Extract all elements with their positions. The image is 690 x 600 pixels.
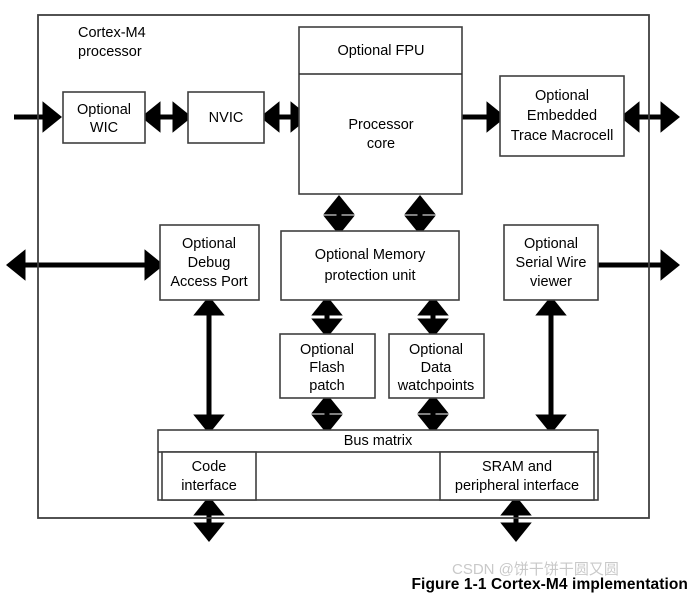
dap-label-line1: Optional xyxy=(182,236,236,252)
dap-label-line3: Access Port xyxy=(170,274,247,290)
mpu-label-line1: Optional Memory xyxy=(315,247,426,263)
flashpatch-label-line1: Optional xyxy=(300,342,354,358)
datawatchpoints-label-line3: watchpoints xyxy=(397,378,475,394)
swv-label-line2: Serial Wire xyxy=(516,255,587,271)
busmatrix-label: Bus matrix xyxy=(344,433,413,449)
figure-caption: Figure 1-1 Cortex-M4 implementation xyxy=(411,576,688,593)
core-label-line1: Processor xyxy=(348,117,413,133)
block-optional-mpu[interactable] xyxy=(280,230,460,301)
sraminterface-label-line2: peripheral interface xyxy=(455,478,579,494)
etm-label-line3: Trace Macrocell xyxy=(511,128,614,144)
datawatchpoints-label-line2: Data xyxy=(421,360,453,376)
cortex-m4-block-diagram: Cortex-M4 processor Optional WIC NVIC Op… xyxy=(5,14,681,543)
swv-label-line1: Optional xyxy=(524,236,578,252)
frame-label-line1: Cortex-M4 xyxy=(78,25,146,41)
nvic-label: NVIC xyxy=(209,110,244,126)
flashpatch-label-line3: patch xyxy=(309,378,344,394)
sraminterface-label-line1: SRAM and xyxy=(482,459,552,475)
figure-container: Cortex-M4 processor Optional WIC NVIC Op… xyxy=(0,0,690,600)
fpu-label: Optional FPU xyxy=(337,43,424,59)
etm-label-line1: Optional xyxy=(535,88,589,104)
etm-label-line2: Embedded xyxy=(527,108,597,124)
swv-label-line3: viewer xyxy=(530,274,572,290)
datawatchpoints-label-line1: Optional xyxy=(409,342,463,358)
codeinterface-label-line1: Code xyxy=(192,459,227,475)
wic-label-line1: Optional xyxy=(77,102,131,118)
core-label-line2: core xyxy=(367,136,395,152)
wic-label-line2: WIC xyxy=(90,120,118,136)
frame-label-line2: processor xyxy=(78,44,142,60)
codeinterface-label-line2: interface xyxy=(181,478,237,494)
mpu-label-line2: protection unit xyxy=(324,268,415,284)
dap-label-line2: Debug xyxy=(188,255,231,271)
flashpatch-label-line2: Flash xyxy=(309,360,344,376)
